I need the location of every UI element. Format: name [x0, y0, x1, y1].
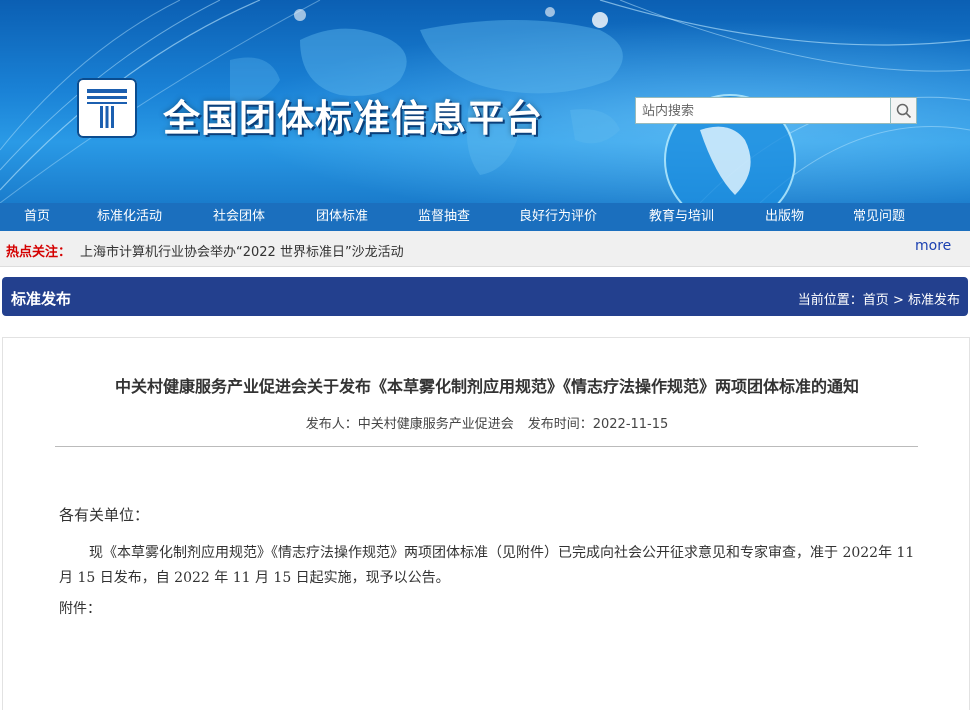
publisher-name: 中关村健康服务产业促进会	[357, 417, 514, 432]
logo-t-icon	[87, 89, 127, 128]
article-panel: 中关村健康服务产业促进会关于发布《本草雾化制剂应用规范》《情志疗法操作规范》两项…	[2, 337, 970, 710]
nav-item-standardization[interactable]: 标准化活动	[97, 203, 162, 231]
nav-item-good-behavior[interactable]: 良好行为评价	[519, 203, 597, 231]
nav-item-social-groups[interactable]: 社会团体	[213, 203, 265, 231]
publisher-label: 发布人：	[305, 417, 358, 432]
article-meta: 发布人：中关村健康服务产业促进会 发布时间：2022-11-15	[3, 413, 970, 432]
site-logo[interactable]	[77, 78, 137, 138]
search-icon	[896, 103, 911, 118]
section-title: 标准发布	[11, 290, 72, 308]
site-title: 全国团体标准信息平台	[163, 97, 543, 140]
nav-item-publications[interactable]: 出版物	[765, 203, 804, 231]
article-title: 中关村健康服务产业促进会关于发布《本草雾化制剂应用规范》《情志疗法操作规范》两项…	[114, 377, 859, 396]
publish-time: 2022-11-15	[592, 417, 669, 432]
header-banner: 全国团体标准信息平台	[0, 0, 970, 203]
more-link[interactable]: more	[915, 238, 951, 254]
publish-time-label: 发布时间：	[527, 417, 593, 432]
breadcrumb-current[interactable]: 标准发布	[908, 293, 960, 308]
nav-item-supervision[interactable]: 监督抽查	[418, 203, 470, 231]
article-body: 现《本草雾化制剂应用规范》《情志疗法操作规范》两项团体标准（见附件）已完成向社会…	[59, 545, 915, 586]
hot-topics-label: 热点关注：	[6, 245, 72, 260]
nav-item-faq[interactable]: 常见问题	[853, 203, 905, 231]
attachment-label: 附件：	[59, 601, 101, 617]
breadcrumb-prefix: 当前位置：	[797, 293, 863, 308]
hot-topics-bar: 热点关注： 上海市计算机行业协会举办“2022 世界标准日”沙龙活动 more	[0, 231, 970, 267]
site-search	[635, 97, 917, 124]
article-salutation: 各有关单位：	[59, 506, 150, 524]
search-button[interactable]	[891, 97, 917, 124]
title-divider	[55, 446, 918, 447]
main-nav: 首页 标准化活动 社会团体 团体标准 监督抽查 良好行为评价 教育与培训 出版物…	[0, 203, 970, 231]
breadcrumb-home[interactable]: 首页	[863, 293, 889, 308]
section-header: 标准发布 当前位置：首页 > 标准发布	[2, 277, 968, 316]
nav-item-group-standards[interactable]: 团体标准	[316, 203, 368, 231]
search-input[interactable]	[635, 97, 891, 124]
nav-item-home[interactable]: 首页	[24, 203, 50, 231]
hot-topic-link[interactable]: 上海市计算机行业协会举办“2022 世界标准日”沙龙活动	[80, 241, 404, 260]
nav-item-education[interactable]: 教育与培训	[649, 203, 714, 231]
breadcrumb-separator: >	[888, 293, 908, 308]
breadcrumb: 当前位置：首页 > 标准发布	[798, 289, 960, 308]
